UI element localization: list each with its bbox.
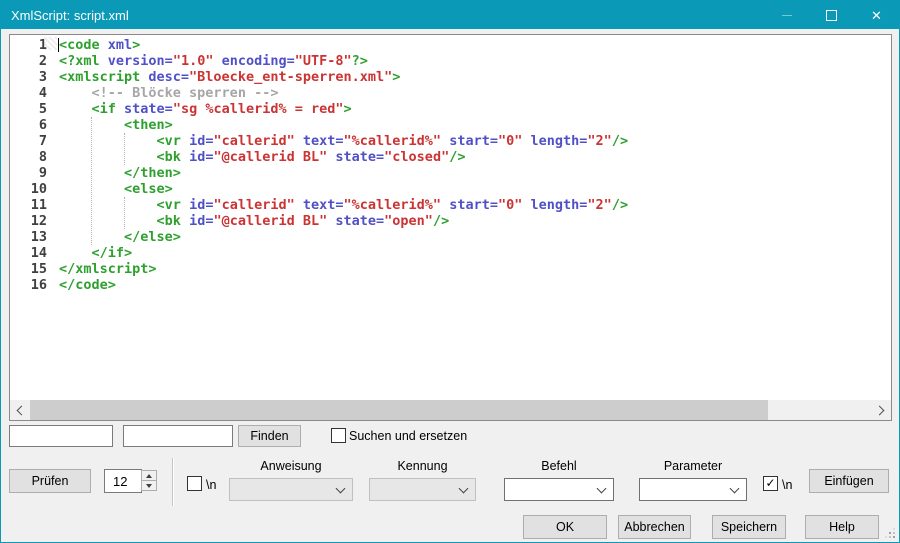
search-input[interactable]: [9, 425, 113, 447]
code-lines: 1<code xml>2<?xml version="1.0" encoding…: [10, 37, 891, 293]
close-icon: ✕: [871, 9, 882, 22]
indent-guide: [124, 133, 125, 165]
text-caret: [58, 38, 59, 52]
maximize-button[interactable]: [809, 1, 854, 29]
combo-label-anweisung: Anweisung: [229, 459, 353, 473]
scroll-left-button[interactable]: [10, 400, 30, 420]
chevron-down-icon: [459, 484, 469, 494]
maximize-icon: [826, 10, 837, 21]
code-line: 15</xmlscript>: [10, 261, 891, 277]
chevron-down-icon: [336, 484, 346, 494]
cancel-button[interactable]: Abbrechen: [618, 515, 691, 539]
code-line: 16</code>: [10, 277, 891, 293]
newline-right-checkbox-label: \n: [782, 478, 792, 492]
newline-left-checkbox-label: \n: [206, 478, 216, 492]
scrollbar-thumb[interactable]: [30, 400, 768, 420]
code-line: 4 <!-- Blöcke sperren -->: [10, 85, 891, 101]
window-title: XmlScript: script.xml: [1, 8, 129, 23]
window-controls: ✕: [764, 1, 899, 29]
line-number-input[interactable]: [104, 469, 142, 493]
resize-grip[interactable]: [885, 528, 895, 538]
arrow-down-icon: [146, 484, 152, 488]
combo-label-parameter: Parameter: [639, 459, 747, 473]
save-button[interactable]: Speichern: [712, 515, 786, 539]
scroll-right-button[interactable]: [871, 400, 891, 420]
indent-guide: [91, 117, 92, 245]
kennung-dropdown[interactable]: [369, 478, 476, 501]
code-line: 5 <if state="sg %callerid% = red">: [10, 101, 891, 117]
parameter-dropdown[interactable]: [639, 478, 747, 501]
code-line: 12 <bk id="@callerid BL" state="open"/>: [10, 213, 891, 229]
code-line: 7 <vr id="callerid" text="%callerid%" st…: [10, 133, 891, 149]
chevron-down-icon: [597, 484, 607, 494]
ok-button[interactable]: OK: [523, 515, 607, 539]
horizontal-scrollbar[interactable]: [10, 400, 891, 420]
check-button[interactable]: Prüfen: [9, 469, 91, 493]
search-replace-checkbox-label: Suchen und ersetzen: [349, 429, 467, 443]
code-line: 14 </if>: [10, 245, 891, 261]
indent-guide: [124, 197, 125, 229]
replace-input[interactable]: [123, 425, 233, 447]
newline-right-checkbox[interactable]: [763, 476, 778, 491]
spin-down-button[interactable]: [141, 480, 157, 491]
code-line: 8 <bk id="@callerid BL" state="closed"/>: [10, 149, 891, 165]
titlebar[interactable]: XmlScript: script.xml ✕: [1, 1, 899, 29]
code-line: 11 <vr id="callerid" text="%callerid%" s…: [10, 197, 891, 213]
chevron-left-icon: [17, 405, 27, 415]
chevron-down-icon: [730, 484, 740, 494]
newline-left-checkbox[interactable]: [187, 476, 202, 491]
chevron-right-icon: [875, 405, 885, 415]
code-line: 1<code xml>: [10, 37, 891, 53]
minimize-icon: [782, 15, 792, 16]
code-line: 13 </else>: [10, 229, 891, 245]
close-button[interactable]: ✕: [854, 1, 899, 29]
combo-label-befehl: Befehl: [504, 459, 614, 473]
code-editor[interactable]: 1<code xml>2<?xml version="1.0" encoding…: [9, 34, 892, 421]
anweisung-dropdown[interactable]: [229, 478, 353, 501]
befehl-dropdown[interactable]: [504, 478, 614, 501]
combo-label-kennung: Kennung: [369, 459, 476, 473]
search-replace-checkbox[interactable]: [331, 428, 346, 443]
minimize-button[interactable]: [764, 1, 809, 29]
code-line: 9 </then>: [10, 165, 891, 181]
line-number-stepper: [141, 470, 157, 492]
find-button[interactable]: Finden: [238, 425, 301, 447]
arrow-up-icon: [146, 474, 152, 478]
code-line: 10 <else>: [10, 181, 891, 197]
insert-button[interactable]: Einfügen: [809, 469, 889, 493]
vertical-separator: [172, 458, 173, 506]
code-line: 2<?xml version="1.0" encoding="UTF-8"?>: [10, 53, 891, 69]
code-line: 3<xmlscript desc="Bloecke_ent-sperren.xm…: [10, 69, 891, 85]
help-button[interactable]: Help: [805, 515, 879, 539]
code-line: 6 <then>: [10, 117, 891, 133]
